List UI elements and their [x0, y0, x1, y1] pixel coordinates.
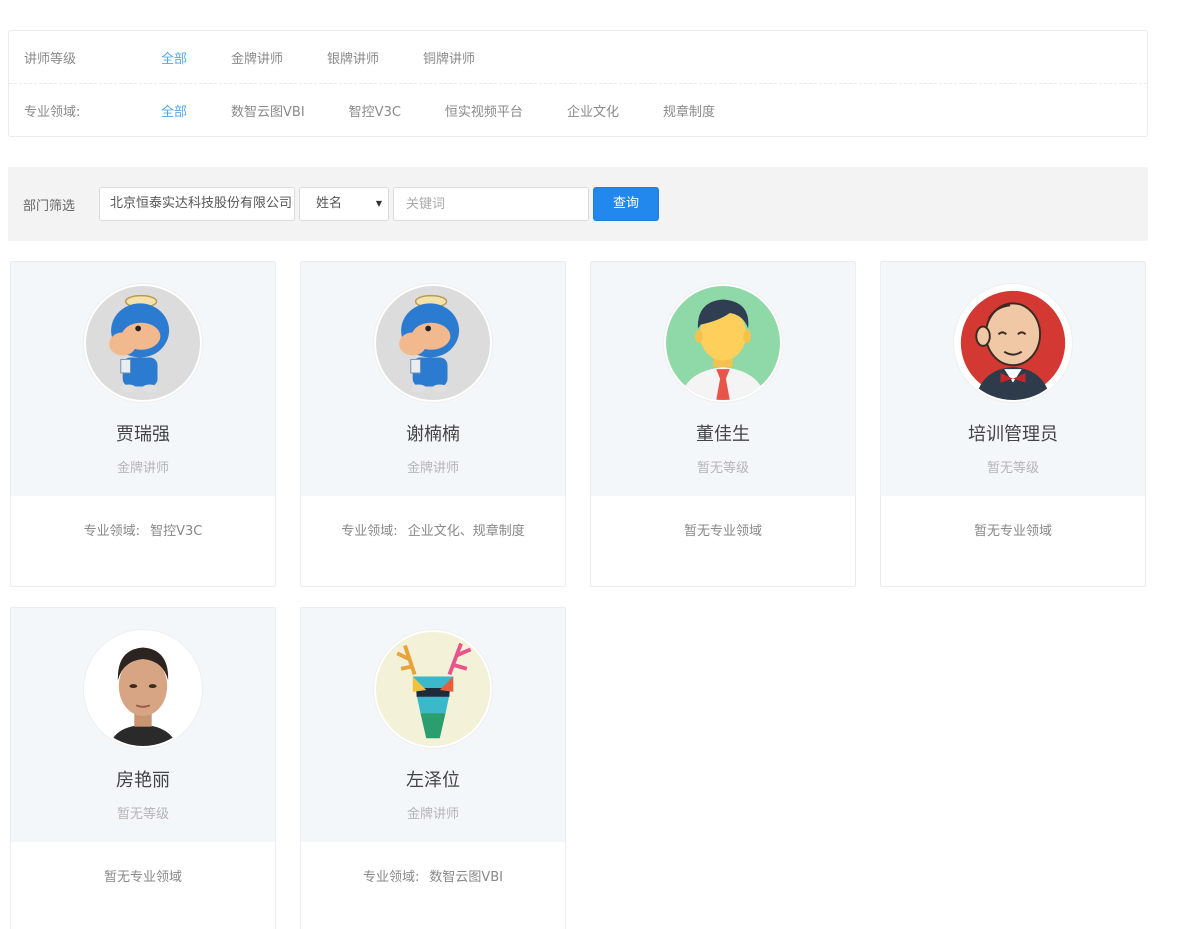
domain-value: 暂无专业领域	[103, 870, 182, 885]
lecturer-name: 董佳生	[696, 424, 750, 445]
deer-avatar	[374, 630, 492, 748]
lecturer-card-footer: 暂无专业领域	[881, 496, 1145, 586]
lecturer-card-footer: 专业领域: 智控V3C	[11, 496, 275, 586]
lecturer-domain: 暂无专业领域	[591, 520, 855, 539]
filter-panel: 讲师等级 全部 金牌讲师 银牌讲师 铜牌讲师 专业领域: 全部 数智云图VBI …	[8, 30, 1148, 137]
domain-value: 暂无专业领域	[973, 524, 1052, 539]
level-filter-options: 全部 金牌讲师 银牌讲师 铜牌讲师	[161, 48, 519, 67]
domain-label: 专业领域:	[362, 870, 420, 885]
portrait-photo-avatar	[84, 630, 202, 748]
field-option-rules[interactable]: 规章制度	[663, 101, 715, 120]
query-button[interactable]: 查询	[593, 187, 659, 221]
lecturer-card-header: 左泽位 金牌讲师	[301, 608, 565, 842]
domain-value: 企业文化、规章制度	[407, 524, 525, 539]
lecturer-card-header: 谢楠楠 金牌讲师	[301, 262, 565, 496]
lecturer-level: 暂无等级	[696, 461, 749, 476]
domain-value: 暂无专业领域	[683, 524, 762, 539]
lecturer-domain: 暂无专业领域	[881, 520, 1145, 539]
level-filter-row: 讲师等级 全部 金牌讲师 银牌讲师 铜牌讲师	[9, 31, 1147, 84]
lecturer-card[interactable]: 左泽位 金牌讲师 专业领域: 数智云图VBI	[300, 607, 566, 929]
camel-mascot-avatar	[84, 284, 202, 402]
caret-down-icon: ▼	[375, 199, 382, 208]
lecturer-card-header: 董佳生 暂无等级	[591, 262, 855, 496]
lecturer-card-footer: 暂无专业领域	[591, 496, 855, 586]
domain-value: 数智云图VBI	[429, 870, 504, 885]
lecturer-name: 左泽位	[406, 770, 460, 791]
lecturer-card[interactable]: 谢楠楠 金牌讲师 专业领域: 企业文化、规章制度	[300, 261, 566, 587]
camel-mascot-avatar	[374, 284, 492, 402]
lecturer-name: 培训管理员	[968, 424, 1058, 445]
domain-value: 智控V3C	[150, 524, 203, 539]
lecturer-level: 金牌讲师	[406, 461, 459, 476]
domain-label: 专业领域:	[341, 524, 398, 539]
field-option-all[interactable]: 全部	[161, 101, 187, 120]
search-field-select[interactable]: 姓名 ▼	[299, 187, 389, 221]
lecturer-card-header: 房艳丽 暂无等级	[11, 608, 275, 842]
lecturer-card-footer: 专业领域: 企业文化、规章制度	[301, 496, 565, 586]
lecturer-level: 金牌讲师	[406, 807, 459, 822]
level-option-all[interactable]: 全部	[161, 48, 187, 67]
lecturer-domain: 专业领域: 企业文化、规章制度	[301, 520, 565, 539]
field-filter-label: 专业领域:	[24, 105, 81, 120]
level-option-bronze[interactable]: 铜牌讲师	[423, 48, 475, 67]
level-option-silver[interactable]: 银牌讲师	[327, 48, 379, 67]
field-option-v3c[interactable]: 智控V3C	[349, 101, 401, 120]
lecturer-domain: 专业领域: 智控V3C	[11, 520, 275, 539]
field-filter-row: 专业领域: 全部 数智云图VBI 智控V3C 恒实视频平台 企业文化 规章制度	[9, 84, 1147, 137]
department-input[interactable]: 北京恒泰实达科技股份有限公司	[99, 187, 295, 221]
lecturer-card-footer: 专业领域: 数智云图VBI	[301, 842, 565, 929]
field-option-vbi[interactable]: 数智云图VBI	[231, 101, 305, 120]
butler-avatar	[954, 284, 1072, 402]
lecturer-name: 贾瑞强	[116, 424, 170, 445]
lecturer-level: 暂无等级	[986, 461, 1039, 476]
lecturer-card[interactable]: 房艳丽 暂无等级 暂无专业领域	[10, 607, 276, 929]
level-filter-label: 讲师等级	[24, 51, 77, 67]
domain-label: 专业领域:	[83, 524, 141, 539]
field-filter-options: 全部 数智云图VBI 智控V3C 恒实视频平台 企业文化 规章制度	[161, 101, 759, 120]
lecturer-card-header: 贾瑞强 金牌讲师	[11, 262, 275, 496]
lecturer-level: 暂无等级	[116, 807, 169, 822]
lecturer-level: 金牌讲师	[116, 461, 169, 476]
lecturer-domain: 专业领域: 数智云图VBI	[301, 866, 565, 885]
field-option-video-platform[interactable]: 恒实视频平台	[445, 101, 523, 120]
level-option-gold[interactable]: 金牌讲师	[231, 48, 283, 67]
lecturer-card[interactable]: 培训管理员 暂无等级 暂无专业领域	[880, 261, 1146, 587]
search-field-select-value: 姓名	[316, 196, 343, 211]
lecturer-name: 谢楠楠	[406, 424, 460, 445]
keyword-input[interactable]	[393, 187, 589, 221]
lecturer-card-header: 培训管理员 暂无等级	[881, 262, 1145, 496]
lecturer-card[interactable]: 董佳生 暂无等级 暂无专业领域	[590, 261, 856, 587]
lecturer-name: 房艳丽	[116, 770, 170, 791]
dept-filter-label: 部门筛选	[23, 199, 76, 214]
field-option-culture[interactable]: 企业文化	[567, 101, 619, 120]
lecturer-card-footer: 暂无专业领域	[11, 842, 275, 929]
lecturer-domain: 暂无专业领域	[11, 866, 275, 885]
lecturer-card[interactable]: 贾瑞强 金牌讲师 专业领域: 智控V3C	[10, 261, 276, 587]
search-bar: 部门筛选 北京恒泰实达科技股份有限公司 姓名 ▼ 查询	[8, 167, 1148, 241]
default-male-avatar	[664, 284, 782, 402]
